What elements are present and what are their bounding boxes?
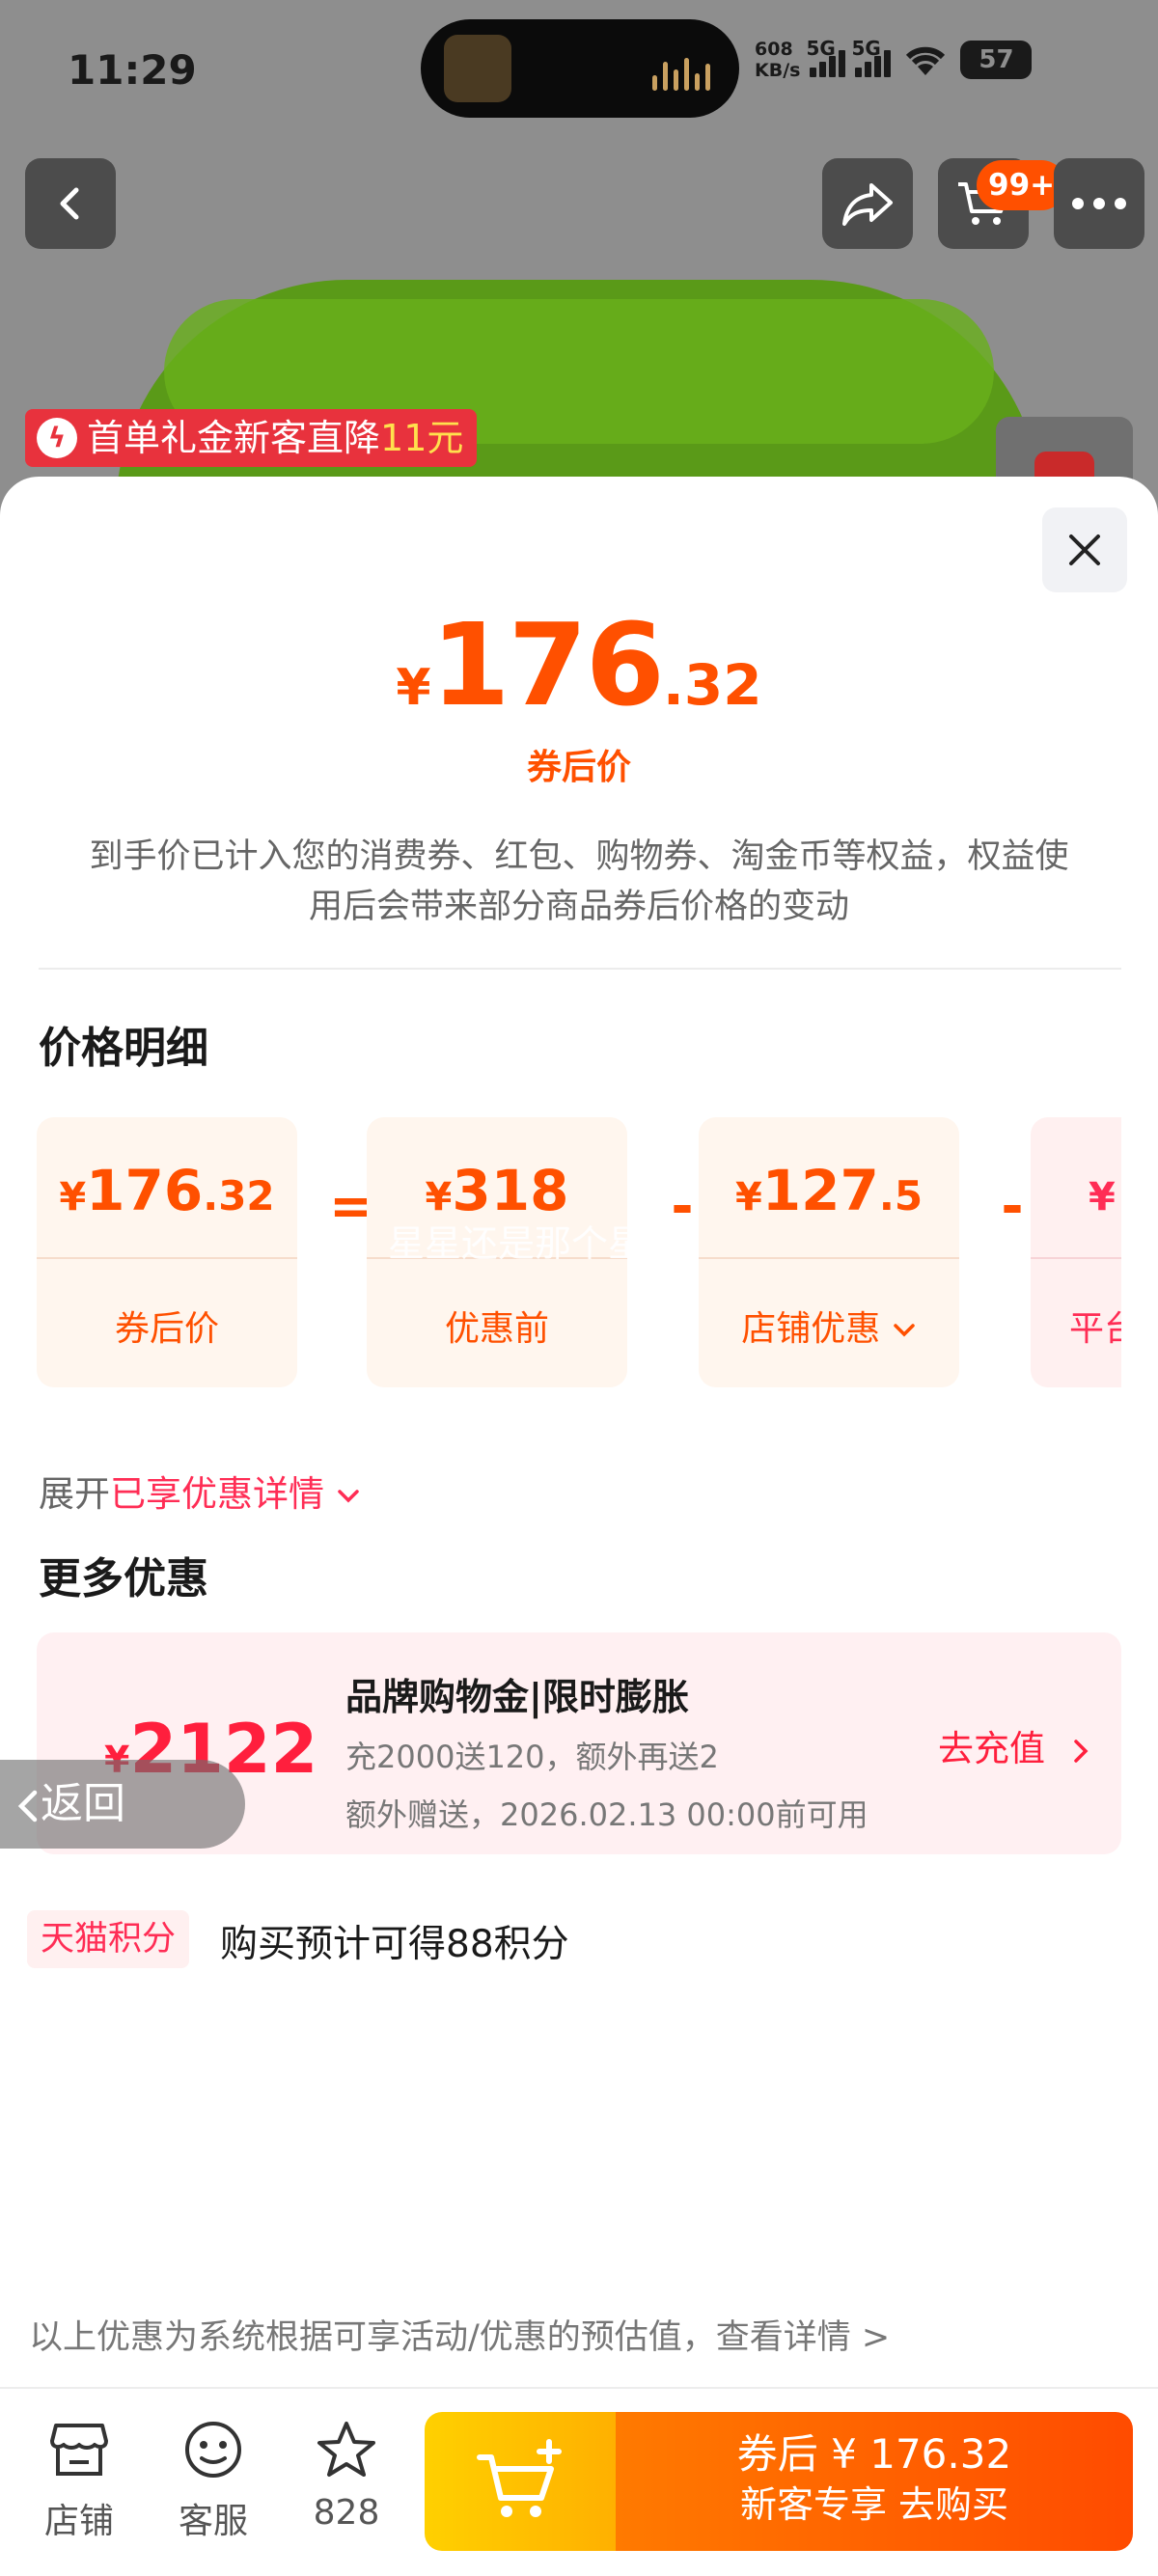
formula-label: 平台 — [1069, 1309, 1121, 1349]
formula-card-divider — [699, 1257, 959, 1259]
more-offers-title: 更多优惠 — [39, 1554, 208, 1603]
hero-price-decimal: .32 — [662, 652, 762, 718]
back-icon — [60, 187, 79, 220]
network-type: 5G — [806, 37, 836, 60]
tmall-points-tag: 天猫积分 — [27, 1910, 190, 1968]
formula-label: 店铺优惠 — [699, 1301, 959, 1351]
formula-label: 券后价 — [114, 1309, 219, 1349]
floating-back-label: 返回 — [41, 1779, 125, 1828]
buy-price-text: 券后 ¥ 176.32 — [736, 2430, 1012, 2478]
customer-service-button[interactable]: 客服 — [160, 2420, 266, 2543]
price-detail-title: 价格明细 — [39, 1024, 208, 1073]
share-button[interactable] — [822, 158, 913, 249]
lightning-icon: ϟ — [37, 418, 77, 458]
signal-icon: 5G — [806, 37, 846, 77]
divider — [0, 2387, 1158, 2389]
audio-wave-icon — [652, 58, 710, 91]
buy-now-button[interactable]: 券后 ¥ 176.32 新客专享 去购买 — [616, 2412, 1133, 2551]
back-button[interactable] — [25, 158, 116, 249]
product-page-background: 11:29 608 KB/s 5G 5G 57 99+ ϟ 首单礼金新客直降11… — [0, 0, 1158, 540]
network-speed: 608 KB/s — [755, 39, 800, 81]
hero-price-integer: 176 — [430, 598, 665, 731]
status-time: 11:29 — [68, 46, 197, 94]
formula-operator: = — [329, 1175, 374, 1238]
more-button[interactable] — [1054, 158, 1144, 249]
formula-value: ¥127.5 — [734, 1158, 924, 1223]
service-label: 客服 — [178, 2502, 248, 2541]
chevron-right-icon — [1074, 1739, 1089, 1763]
add-to-cart-button[interactable] — [425, 2412, 616, 2551]
favorite-button[interactable]: 828 — [293, 2420, 400, 2533]
purchase-bar: 券后 ¥ 176.32 新客专享 去购买 — [425, 2412, 1133, 2551]
signal-icon-2: 5G — [851, 37, 892, 77]
share-icon — [842, 183, 893, 226]
promo-title: 品牌购物金|限时膨胀 — [345, 1676, 689, 1718]
expand-link: 已享优惠详情 — [110, 1473, 324, 1515]
close-icon — [1069, 534, 1100, 565]
promo-description: 充2000送120，额外再送2 — [345, 1739, 719, 1775]
dynamic-island — [421, 19, 739, 118]
formula-value: ¥176.32 — [59, 1158, 275, 1223]
tmall-points-text: 购买预计可得88积分 — [220, 1923, 569, 1966]
network-speed-value: 608 — [755, 39, 793, 60]
promo-validity: 额外赠送，2026.02.13 00:00前可用 — [345, 1796, 868, 1833]
formula-label: 优惠前 — [444, 1309, 549, 1349]
price-explanation: 到手价已计入您的消费券、红包、购物券、淘金币等权益，权益使用后会带来部分商品券后… — [89, 837, 1069, 926]
network-type-2: 5G — [851, 37, 881, 60]
divider — [39, 968, 1121, 970]
now-playing-artwork — [444, 35, 511, 102]
expand-discount-details[interactable]: 展开已享优惠详情 — [39, 1465, 361, 1517]
shop-label: 店铺 — [43, 2502, 114, 2541]
formula-card-platform-discount[interactable]: ¥1 平台 — [1031, 1117, 1121, 1387]
chevron-down-icon — [893, 1324, 915, 1337]
more-icon — [1072, 198, 1126, 209]
chevron-down-icon — [338, 1489, 359, 1502]
formula-card-store-discount[interactable]: ¥127.5 店铺优惠 — [699, 1117, 959, 1387]
star-icon — [317, 2422, 375, 2477]
battery-icon: 57 — [960, 41, 1033, 79]
hero-price-label: 券后价 — [526, 748, 631, 787]
hero-price-currency: ¥ — [396, 659, 431, 717]
watermark: 星星还是那个星星 — [388, 1222, 682, 1265]
store-icon — [50, 2424, 108, 2476]
favorite-count: 828 — [313, 2493, 380, 2533]
shop-button[interactable]: 店铺 — [26, 2420, 132, 2543]
recharge-button[interactable]: 去充值 — [938, 1719, 1095, 1771]
price-detail-sheet — [0, 477, 1158, 2576]
add-to-cart-icon — [477, 2439, 562, 2517]
formula-operator: - — [1001, 1175, 1024, 1238]
formula-card-divider — [37, 1257, 297, 1259]
floating-back-button[interactable]: 返回 — [0, 1760, 245, 1849]
hero-price: ¥176.32 — [0, 598, 1158, 731]
first-order-tag-amount: 11元 — [380, 417, 464, 459]
wifi-icon — [906, 46, 946, 75]
service-icon — [185, 2422, 241, 2478]
formula-value: ¥1 — [1089, 1158, 1121, 1223]
close-button[interactable] — [1042, 507, 1127, 592]
status-icons: 608 KB/s 5G 5G 57 — [755, 37, 1033, 81]
expand-prefix: 展开 — [39, 1473, 110, 1515]
first-order-discount-tag[interactable]: ϟ 首单礼金新客直降11元 — [25, 409, 478, 467]
first-order-tag-text: 首单礼金新客直降 — [87, 417, 381, 459]
network-speed-unit: KB/s — [755, 60, 801, 81]
chevron-left-icon — [17, 1790, 38, 1822]
buy-action-text: 新客专享 去购买 — [739, 2483, 1009, 2526]
formula-card-divider — [1031, 1257, 1121, 1259]
discount-disclaimer-link[interactable]: 以上优惠为系统根据可享活动/优惠的预估值，查看详情 > — [29, 2310, 890, 2359]
formula-card-final-price: ¥176.32 券后价 — [37, 1117, 297, 1387]
